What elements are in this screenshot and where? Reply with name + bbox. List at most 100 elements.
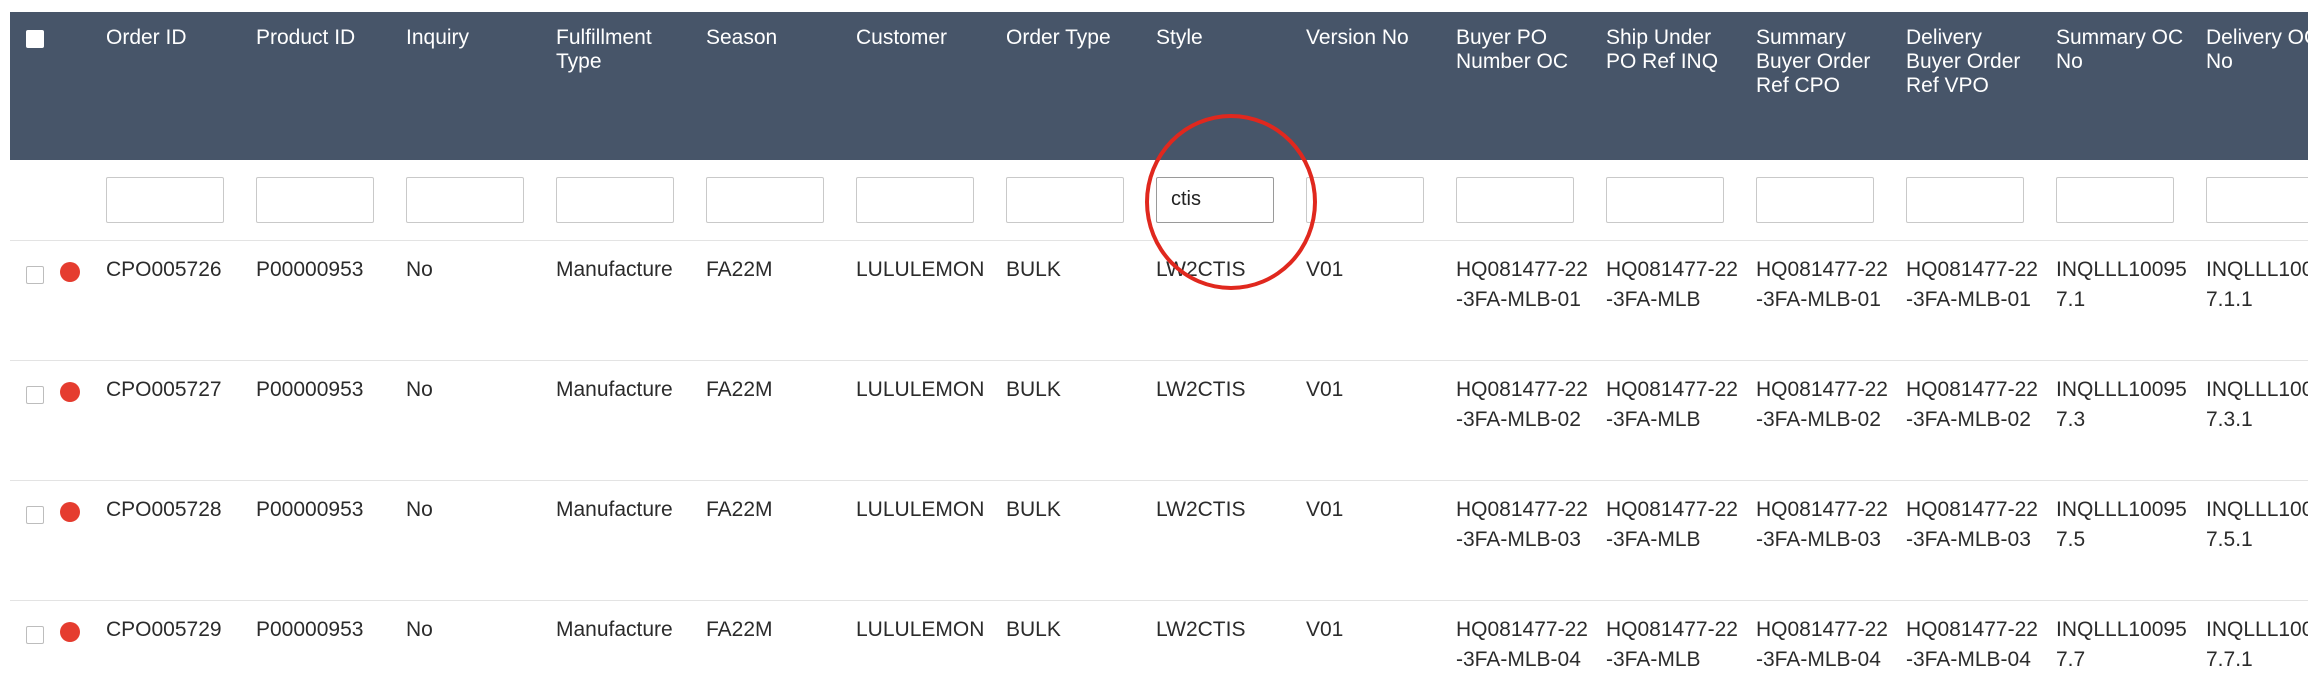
filter-cell	[556, 160, 706, 241]
cell-fulfillment-type: Manufacture	[556, 240, 706, 361]
column-header-buyer-po-number-oc[interactable]: Buyer PO Number OC	[1456, 12, 1606, 160]
row-checkbox-icon[interactable]	[26, 505, 44, 524]
filter-cell	[1756, 160, 1906, 241]
cell-ship-under-po-ref-inq: HQ081477-22-3FA-MLB	[1606, 240, 1756, 361]
column-header-delivery-buyer-order-ref-vpo[interactable]: Delivery Buyer Order Ref VPO	[1906, 12, 2056, 160]
filter-input-fulfillment-type[interactable]	[556, 176, 674, 223]
filter-cell	[1306, 160, 1456, 241]
cell-fulfillment-type: Manufacture	[556, 600, 706, 692]
row-select-cell	[10, 240, 60, 361]
filter-input-delivery-buyer-order-ref-vpo[interactable]	[1906, 176, 2024, 223]
cell-summary-oc-no: INQLLL100957.5	[2056, 480, 2206, 601]
row-checkbox-icon[interactable]	[26, 385, 44, 404]
column-header-inquiry[interactable]: Inquiry	[406, 12, 556, 160]
filter-input-buyer-po-number-oc[interactable]	[1456, 176, 1574, 223]
filter-input-version-no[interactable]	[1306, 176, 1424, 223]
cell-inquiry: No	[406, 360, 556, 481]
filter-input-style[interactable]	[1156, 176, 1274, 223]
cell-delivery-oc-no: INQLLL100957.1.1	[2206, 240, 2308, 361]
row-status-cell	[60, 480, 106, 601]
filter-input-delivery-oc-no[interactable]	[2206, 176, 2308, 223]
filter-cell	[706, 160, 856, 241]
table-row[interactable]: CPO005726 P00000953 No Manufacture FA22M LULU…	[10, 240, 2308, 361]
table-row[interactable]: CPO005727 P00000953 No Manufacture FA22M LULU…	[10, 360, 2308, 481]
filter-input-order-id[interactable]	[106, 176, 224, 223]
cell-summary-oc-no: INQLLL100957.3	[2056, 360, 2206, 481]
filter-spacer	[60, 160, 106, 241]
column-header-summary-oc-no[interactable]: Summary OC No	[2056, 12, 2206, 160]
cell-summary-buyer-order-ref-cpo: HQ081477-22-3FA-MLB-04	[1756, 600, 1906, 692]
column-header-style[interactable]: Style	[1156, 12, 1306, 160]
row-status-cell	[60, 360, 106, 481]
cell-customer: LULULEMON	[856, 600, 1006, 692]
cell-summary-buyer-order-ref-cpo: HQ081477-22-3FA-MLB-01	[1756, 240, 1906, 361]
select-all-checkbox-icon[interactable]	[26, 30, 44, 48]
orders-table: Order ID Product ID Inquiry Fulfillment …	[10, 12, 2308, 692]
header-row: Order ID Product ID Inquiry Fulfillment …	[10, 12, 2308, 160]
cell-fulfillment-type: Manufacture	[556, 360, 706, 481]
cell-style: LW2CTIS	[1156, 600, 1306, 692]
status-dot-icon	[60, 261, 80, 282]
row-select-cell	[10, 600, 60, 692]
status-dot-icon	[60, 381, 80, 402]
orders-grid: Order ID Product ID Inquiry Fulfillment …	[10, 12, 2308, 692]
cell-product-id: P00000953	[256, 480, 406, 601]
cell-buyer-po-number-oc: HQ081477-22-3FA-MLB-03	[1456, 480, 1606, 601]
filter-input-summary-buyer-order-ref-cpo[interactable]	[1756, 176, 1874, 223]
filter-input-inquiry[interactable]	[406, 176, 524, 223]
cell-order-type: BULK	[1006, 360, 1156, 481]
cell-delivery-buyer-order-ref-vpo: HQ081477-22-3FA-MLB-03	[1906, 480, 2056, 601]
cell-product-id: P00000953	[256, 360, 406, 481]
column-header-ship-under-po-ref-inq[interactable]: Ship Under PO Ref INQ	[1606, 12, 1756, 160]
filter-input-season[interactable]	[706, 176, 824, 223]
cell-delivery-buyer-order-ref-vpo: HQ081477-22-3FA-MLB-04	[1906, 600, 2056, 692]
column-header-customer[interactable]: Customer	[856, 12, 1006, 160]
filter-spacer	[10, 160, 60, 241]
cell-delivery-buyer-order-ref-vpo: HQ081477-22-3FA-MLB-01	[1906, 240, 2056, 361]
filter-cell	[1456, 160, 1606, 241]
cell-order-type: BULK	[1006, 480, 1156, 601]
row-checkbox-icon[interactable]	[26, 625, 44, 644]
column-header-version-no[interactable]: Version No	[1306, 12, 1456, 160]
filter-cell	[1006, 160, 1156, 241]
filter-input-customer[interactable]	[856, 176, 974, 223]
cell-version-no: V01	[1306, 360, 1456, 481]
row-status-cell	[60, 240, 106, 361]
column-header-fulfillment-type[interactable]: Fulfillment Type	[556, 12, 706, 160]
cell-version-no: V01	[1306, 600, 1456, 692]
cell-version-no: V01	[1306, 480, 1456, 601]
cell-buyer-po-number-oc: HQ081477-22-3FA-MLB-02	[1456, 360, 1606, 481]
filter-row	[10, 160, 2308, 241]
table-row[interactable]: CPO005729 P00000953 No Manufacture FA22M LULU…	[10, 600, 2308, 692]
row-checkbox-icon[interactable]	[26, 265, 44, 284]
cell-order-type: BULK	[1006, 240, 1156, 361]
filter-cell	[1906, 160, 2056, 241]
filter-cell	[856, 160, 1006, 241]
status-dot-icon	[60, 621, 80, 642]
cell-inquiry: No	[406, 600, 556, 692]
column-header-order-type[interactable]: Order Type	[1006, 12, 1156, 160]
cell-season: FA22M	[706, 360, 856, 481]
table-row[interactable]: CPO005728 P00000953 No Manufacture FA22M LULU…	[10, 480, 2308, 601]
column-header-product-id[interactable]: Product ID	[256, 12, 406, 160]
cell-delivery-oc-no: INQLLL100957.7.1	[2206, 600, 2308, 692]
column-header-delivery-oc-no[interactable]: Delivery OC No	[2206, 12, 2308, 160]
filter-input-product-id[interactable]	[256, 176, 374, 223]
filter-input-ship-under-po-ref-inq[interactable]	[1606, 176, 1724, 223]
filter-input-order-type[interactable]	[1006, 176, 1124, 223]
row-status-cell	[60, 600, 106, 692]
column-header-summary-buyer-order-ref-cpo[interactable]: Summary Buyer Order Ref CPO	[1756, 12, 1906, 160]
column-header-order-id[interactable]: Order ID	[106, 12, 256, 160]
cell-summary-oc-no: INQLLL100957.7	[2056, 600, 2206, 692]
cell-product-id: P00000953	[256, 240, 406, 361]
column-header-season[interactable]: Season	[706, 12, 856, 160]
filter-cell	[1606, 160, 1756, 241]
filter-input-summary-oc-no[interactable]	[2056, 176, 2174, 223]
filter-cell	[2056, 160, 2206, 241]
cell-season: FA22M	[706, 240, 856, 361]
cell-style: LW2CTIS	[1156, 240, 1306, 361]
cell-order-id: CPO005728	[106, 480, 256, 601]
cell-summary-buyer-order-ref-cpo: HQ081477-22-3FA-MLB-03	[1756, 480, 1906, 601]
cell-summary-buyer-order-ref-cpo: HQ081477-22-3FA-MLB-02	[1756, 360, 1906, 481]
cell-version-no: V01	[1306, 240, 1456, 361]
